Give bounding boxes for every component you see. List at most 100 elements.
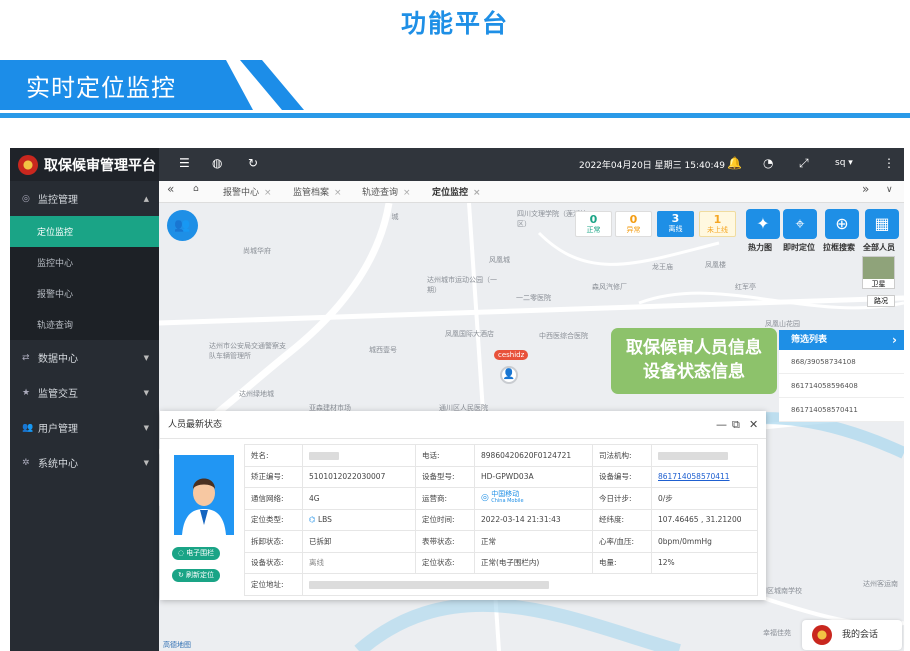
stat-count: 0 [589, 213, 598, 226]
close-icon[interactable]: × [403, 188, 411, 198]
map-label: 森风汽修厂 [592, 283, 627, 291]
menu-toggle-icon[interactable]: ☰ [179, 156, 190, 170]
tabs-dropdown-icon[interactable]: ∨ [886, 185, 893, 195]
close-icon[interactable]: ✕ [749, 411, 758, 439]
people-toggle-icon[interactable]: 👥 [167, 210, 198, 241]
label-lnglat: 经纬度: [592, 508, 652, 531]
chat-label: 我的会话 [842, 630, 879, 640]
close-icon[interactable]: × [264, 188, 272, 198]
fullscreen-icon[interactable]: ⤢ [799, 156, 809, 171]
zoom-box-icon[interactable]: ⊕ [825, 209, 859, 239]
china-mobile-logo-icon: ◎ [481, 493, 489, 504]
tab-archive[interactable]: 监管档案 × [293, 185, 342, 198]
maximize-icon[interactable]: ⧉ [732, 411, 740, 439]
chevron-down-icon: ▼ [143, 423, 149, 432]
banner-title: 实时定位监控 [26, 74, 176, 102]
shuffle-icon: ⇄ [22, 352, 30, 363]
value-battery: 12% [651, 551, 758, 574]
sidebar-item-track[interactable]: 轨迹查询 [10, 309, 159, 340]
chevron-right-icon[interactable]: › [892, 330, 897, 350]
map-label: 红军亭 [735, 283, 756, 291]
globe-icon[interactable]: ◍ [212, 156, 222, 170]
chevron-down-icon: ▼ [143, 388, 149, 397]
tab-label: 报警中心 [223, 188, 260, 198]
map-label: 凤凰国际大酒店 [445, 330, 494, 338]
label-network: 通信网络: [244, 487, 303, 510]
callout-box: 取保候审人员信息 设备状态信息 [611, 328, 777, 394]
tabs-back-icon[interactable]: « [167, 182, 174, 196]
menu-label: 监管交互 [38, 389, 78, 400]
map-label: 城 [391, 213, 399, 220]
stat-not-online[interactable]: 1 未上线 [699, 211, 736, 237]
menu-label: 监控管理 [38, 195, 78, 206]
value-heart: 0bpm/0mmHg [651, 530, 758, 553]
dashboard-icon[interactable]: ◔ [763, 156, 773, 170]
label-locate-state: 定位状态: [415, 551, 475, 574]
filter-row[interactable]: 868/39058734108 [779, 350, 904, 374]
close-icon[interactable]: × [473, 188, 481, 198]
brand: 取保候审管理平台 [10, 148, 159, 181]
tool-locate[interactable]: 即时定位 [783, 242, 815, 253]
banner-divider [0, 113, 910, 118]
menu-monitor[interactable]: ◎ 监控管理 ▲ [10, 181, 159, 216]
person-status-popup: 人员最新状态 — ⧉ ✕ ◌ 电子围栏 ↻ 刷新定位 姓名: 电话: 89860… [160, 411, 766, 600]
chat-button[interactable]: 我的会话 [802, 620, 902, 650]
popup-header: 人员最新状态 — ⧉ ✕ [160, 411, 766, 439]
carrier-name-en: China Mobile [491, 498, 524, 505]
promo-page: 功能平台 实时定位监控 取保候审管理平台 ◎ 监控管理 ▲ 定位监控 监控中心 … [0, 0, 910, 651]
map-label: 中西医综合医院 [539, 332, 588, 340]
marker-label[interactable]: ceshidz [494, 350, 529, 360]
menu-system[interactable]: ✲ 系统中心 ▼ [10, 445, 159, 480]
redacted-value [309, 580, 549, 589]
label-tamper: 拆卸状态: [244, 530, 303, 553]
tab-locate[interactable]: 定位监控 × [432, 185, 481, 198]
value-device-no: 861714058570411 [651, 465, 758, 488]
tabs-forward-icon[interactable]: » [862, 182, 869, 196]
tab-label: 轨迹查询 [362, 188, 399, 198]
traffic-toggle[interactable]: 路况 [867, 295, 895, 307]
label-phone: 电话: [415, 444, 475, 467]
refresh-location-button[interactable]: ↻ 刷新定位 [172, 569, 220, 582]
menu-interaction[interactable]: ★ 监管交互 ▼ [10, 375, 159, 410]
refresh-icon[interactable]: ↻ [248, 156, 258, 170]
bell-icon[interactable]: 🔔 [727, 156, 742, 170]
sidebar-item-locate[interactable]: 定位监控 [10, 216, 159, 247]
tool-box-search[interactable]: 拉框搜索 [823, 242, 855, 253]
close-icon[interactable]: × [334, 188, 342, 198]
minimize-icon[interactable]: — [716, 411, 727, 439]
value-name [302, 444, 416, 467]
gear-icon: ✲ [22, 457, 30, 468]
menu-label: 数据中心 [38, 354, 78, 365]
sidebar-item-alarm[interactable]: 报警中心 [10, 278, 159, 309]
device-no-link[interactable]: 861714058570411 [658, 472, 730, 481]
stat-offline[interactable]: 3 离线 [657, 211, 694, 237]
value-carrier: ◎ 中国移动 China Mobile [474, 487, 593, 510]
tab-track[interactable]: 轨迹查询 × [362, 185, 411, 198]
topbar: ☰ ◍ ↻ 2022年04月20日 星期三 15:40:49 🔔 ◔ ⤢ sq … [159, 148, 904, 181]
chevron-down-icon: ▼ [143, 353, 149, 362]
tool-heatmap[interactable]: 热力图 [748, 242, 772, 253]
user-menu[interactable]: sq ▾ [835, 158, 853, 168]
filter-row[interactable]: 861714058570411 [779, 398, 904, 422]
more-icon[interactable]: ⋮ [883, 156, 895, 170]
stat-normal[interactable]: 0 正常 [575, 211, 612, 237]
filter-header[interactable]: 筛选列表 › [779, 330, 904, 350]
brand-title: 取保候审管理平台 [44, 157, 156, 174]
tool-all-people[interactable]: 全部人员 [863, 242, 895, 253]
home-icon[interactable]: ⌂ [193, 184, 199, 194]
satellite-toggle[interactable]: 卫星 [862, 256, 895, 289]
info-table: 姓名: 电话: 89860420620F0124721 司法机构: 矫正编号: … [244, 444, 758, 596]
pin-icon[interactable]: ⌖ [783, 209, 817, 239]
map-label: 一二零医院 [516, 294, 551, 302]
sidebar-item-monitor-center[interactable]: 监控中心 [10, 247, 159, 278]
grid-icon[interactable]: ▦ [865, 209, 899, 239]
menu-users[interactable]: 👥 用户管理 ▼ [10, 410, 159, 445]
tab-alarm[interactable]: 报警中心 × [223, 185, 272, 198]
bird-icon[interactable]: ✦ [746, 209, 780, 239]
fence-button[interactable]: ◌ 电子围栏 [172, 547, 220, 560]
stat-abnormal[interactable]: 0 异常 [615, 211, 652, 237]
menu-data[interactable]: ⇄ 数据中心 ▼ [10, 340, 159, 375]
carrier-logo: 中国移动 China Mobile [491, 491, 523, 505]
person-marker-icon[interactable]: 👤 [500, 366, 518, 384]
filter-row[interactable]: 861714058596408 [779, 374, 904, 398]
